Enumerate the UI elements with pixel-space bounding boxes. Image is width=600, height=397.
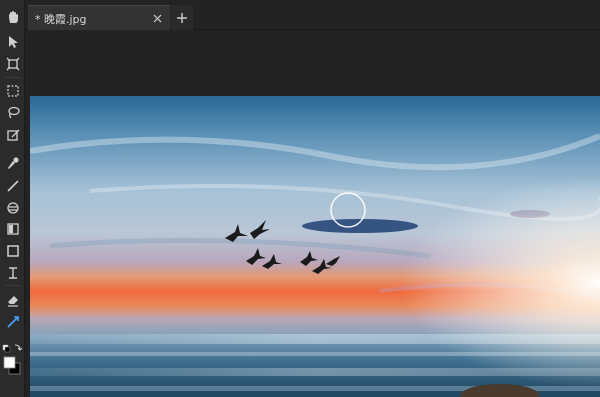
transform-tool[interactable] [2, 55, 23, 73]
eraser-tool[interactable] [2, 291, 23, 309]
stamp-icon [6, 202, 19, 214]
brush-tool[interactable] [2, 177, 23, 195]
default-colors-icon[interactable] [2, 344, 11, 353]
eraser-icon [7, 296, 18, 307]
hand-icon [8, 11, 18, 23]
tab-bar: * 晚霞.jpg [25, 0, 600, 30]
workspace [25, 30, 600, 397]
color-swatches [0, 340, 25, 397]
stamp-tool[interactable] [2, 199, 23, 217]
image-canvas[interactable] [30, 96, 600, 397]
close-icon [153, 14, 161, 22]
document-tab-title: * 晚霞.jpg [35, 13, 87, 26]
quick-select-icon [6, 129, 19, 141]
marquee-tool[interactable] [2, 82, 23, 100]
quick-select-tool[interactable] [2, 126, 23, 144]
lasso-tool[interactable] [2, 104, 23, 122]
document-tab[interactable]: * 晚霞.jpg [28, 5, 170, 30]
marquee-icon [6, 85, 19, 97]
tab-close-button[interactable] [149, 10, 165, 26]
text-tool[interactable] [2, 264, 23, 282]
gradient-icon [6, 223, 19, 235]
hand-tool[interactable] [2, 8, 23, 26]
new-tab-button[interactable] [171, 5, 193, 30]
toolbar-divider [4, 285, 21, 286]
pointer-icon [8, 36, 18, 48]
gradient-tool[interactable] [2, 220, 23, 238]
healing-tool[interactable] [2, 313, 23, 331]
eyedropper-tool[interactable] [2, 154, 23, 172]
sunset-photo [30, 96, 600, 397]
text-icon [8, 267, 17, 279]
transform-icon [6, 57, 19, 71]
tool-panel [0, 0, 25, 397]
healing-icon [6, 316, 19, 328]
rectangle-icon [6, 245, 19, 257]
toolbar-divider [4, 77, 21, 78]
select-tool[interactable] [2, 33, 23, 51]
eyedropper-icon [7, 157, 19, 169]
lasso-icon [7, 106, 20, 119]
brush-icon [6, 180, 19, 192]
foreground-color-swatch[interactable] [3, 356, 16, 369]
swap-colors-icon[interactable] [14, 344, 23, 351]
plus-icon [177, 12, 187, 23]
shape-tool[interactable] [2, 242, 23, 260]
